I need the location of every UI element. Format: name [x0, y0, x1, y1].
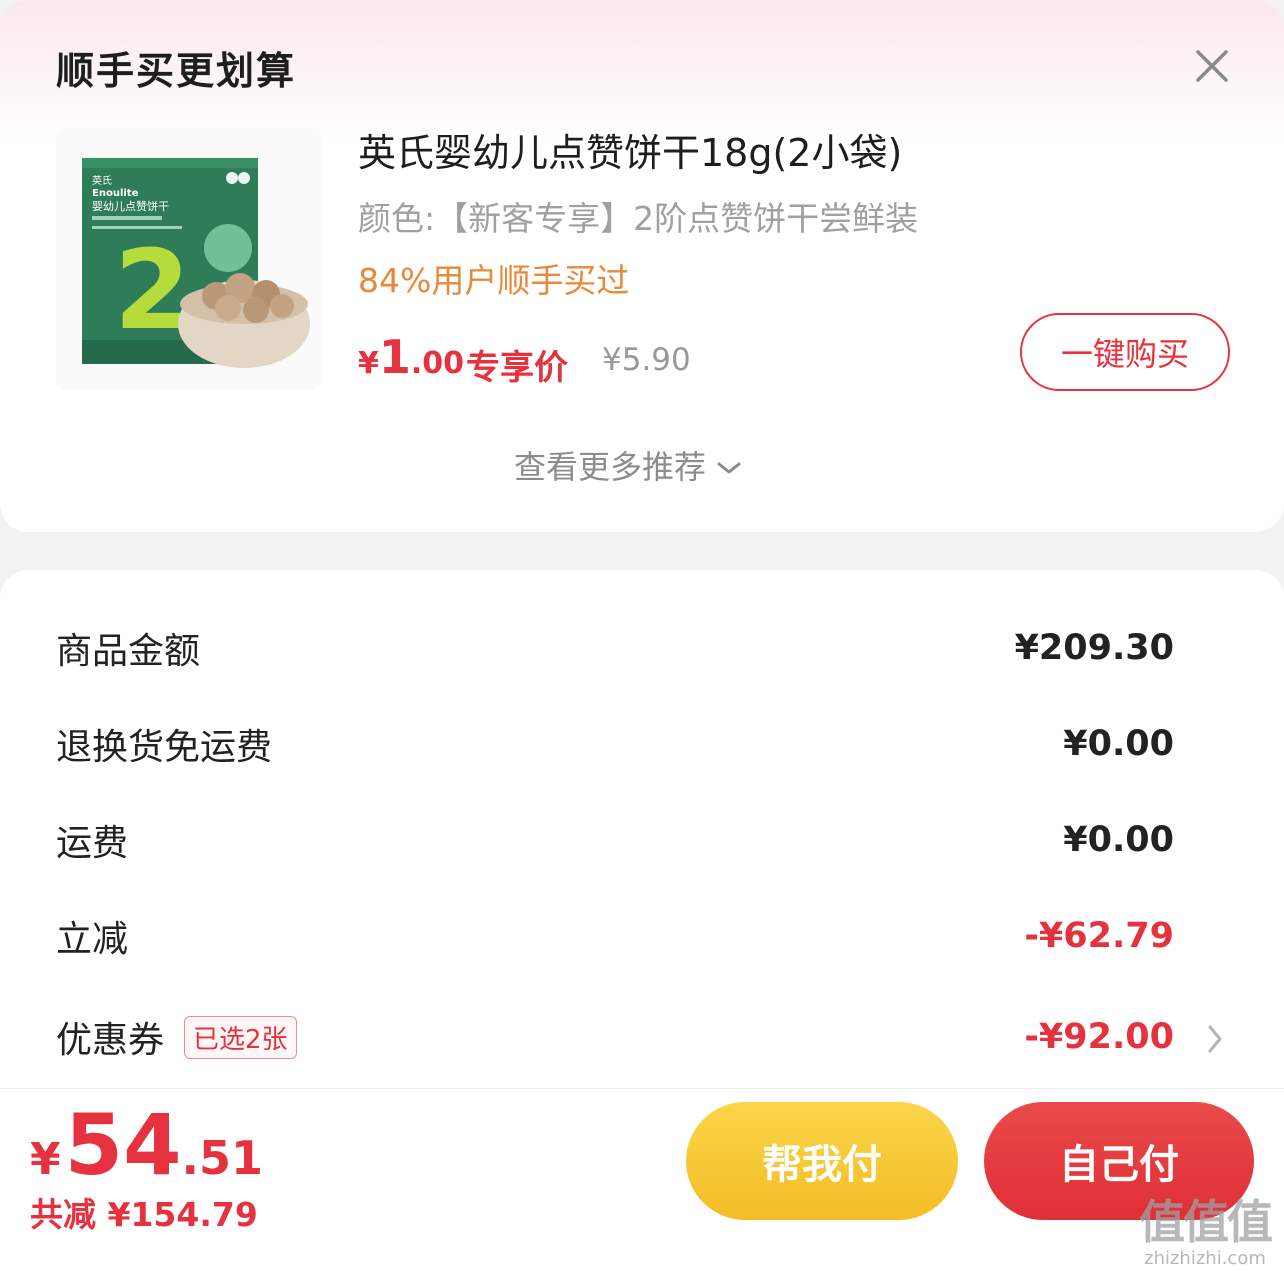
row-label: 立减: [56, 919, 129, 960]
box-title: 婴幼儿点赞饼干: [92, 199, 169, 213]
product-spec: 颜色:【新客专享】2阶点赞饼干尝鲜装: [358, 199, 919, 238]
box-brand-en: Enoulite: [92, 188, 139, 199]
row-label: 退换货免运费: [56, 727, 273, 768]
product-image[interactable]: 英氏 Enoulite 婴幼儿点赞饼干 2: [56, 128, 322, 390]
row-value: ¥209.30: [1014, 628, 1174, 668]
row-value: ¥0.00: [1063, 820, 1174, 860]
original-price: ¥5.90: [602, 342, 691, 378]
purchase-hint: 84%用户顺手买过: [358, 261, 630, 300]
box-stage-number: 2: [114, 226, 191, 354]
price-symbol: ¥: [358, 346, 379, 381]
price-integer: 1: [378, 330, 411, 384]
row-label: 商品金额: [56, 631, 201, 672]
total-integer: 54: [64, 1096, 182, 1194]
total-price: ¥ 54 .51: [30, 1096, 263, 1194]
row-value: ¥0.00: [1063, 724, 1174, 764]
price-decimal: .00: [410, 346, 465, 381]
summary-row-instant-discount: 立减 -¥62.79: [56, 906, 1174, 966]
watermark-url: zhizhizhi.com: [1144, 1248, 1266, 1269]
total-symbol: ¥: [30, 1134, 61, 1185]
total-decimal: .51: [181, 1131, 264, 1185]
coupon-label-group: 优惠券 已选2张: [56, 1011, 297, 1063]
row-value: -¥62.79: [1024, 916, 1174, 956]
one-click-buy-button[interactable]: 一键购买: [1020, 313, 1230, 391]
product-name[interactable]: 英氏婴幼儿点赞饼干18g(2小袋): [358, 122, 902, 177]
coupon-selected-badge: 已选2张: [184, 1015, 297, 1059]
panel-title: 顺手买更划算: [56, 49, 297, 93]
summary-row-coupon[interactable]: 优惠券 已选2张 -¥92.00: [56, 1007, 1174, 1067]
help-pay-button[interactable]: 帮我付: [686, 1102, 958, 1220]
summary-row-goods-amount: 商品金额 ¥209.30: [56, 618, 1174, 678]
site-watermark: 值值值 zhizhizhi.com: [1134, 1196, 1276, 1278]
box-brand-cn: 英氏: [92, 174, 112, 187]
chevron-down-icon: [716, 446, 742, 484]
view-more-label: 查看更多推荐: [514, 448, 707, 486]
watermark-logo: 值值值: [1139, 1195, 1273, 1249]
row-label: 运费: [56, 823, 129, 864]
row-value: -¥92.00: [1024, 1017, 1174, 1057]
view-more-recommend[interactable]: 查看更多推荐: [514, 442, 742, 488]
chevron-right-icon[interactable]: [1202, 1022, 1228, 1056]
price-label: 专享价: [466, 348, 568, 388]
total-saved: 共减 ¥154.79: [30, 1195, 258, 1234]
summary-row-return-shipping: 退换货免运费 ¥0.00: [56, 714, 1174, 774]
summary-row-shipping: 运费 ¥0.00: [56, 810, 1174, 870]
exclusive-price: ¥ 1 .00: [358, 330, 464, 384]
close-icon[interactable]: [1186, 40, 1238, 92]
row-label: 优惠券: [56, 1020, 165, 1061]
